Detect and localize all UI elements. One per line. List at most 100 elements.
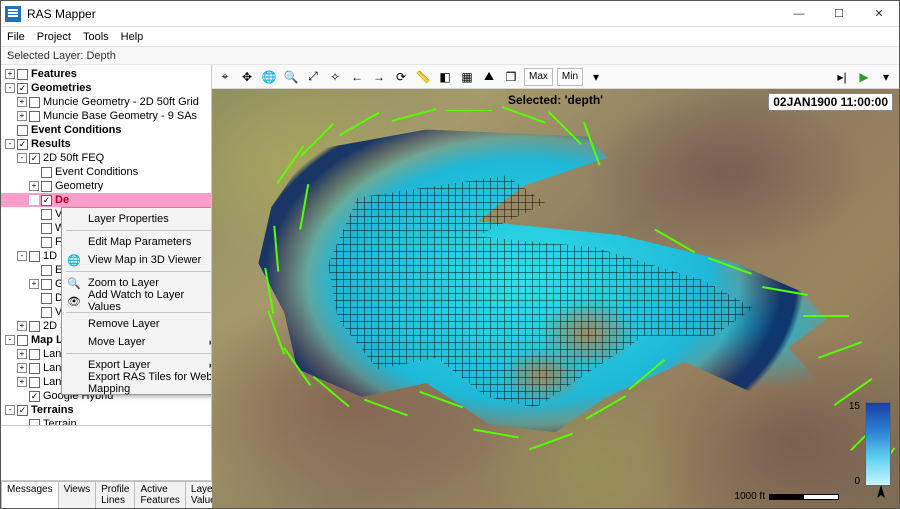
tree-node[interactable]: +Geometry	[1, 179, 211, 193]
layer-checkbox[interactable]	[41, 293, 52, 304]
window-minimize-button[interactable]: —	[779, 1, 819, 27]
layer-checkbox[interactable]	[29, 419, 40, 426]
back-icon[interactable]: ←	[348, 68, 366, 86]
layer-tree[interactable]: + Features-Geometries + Muncie Geometry - 2…	[1, 65, 211, 425]
tree-node[interactable]: + Features	[1, 67, 211, 81]
tab-views[interactable]: Views	[58, 481, 97, 508]
menu-project[interactable]: Project	[37, 31, 71, 43]
tab-active-features[interactable]: Active Features	[134, 481, 185, 508]
layer-checkbox[interactable]	[29, 363, 40, 374]
tree-node[interactable]: - Terrains	[1, 403, 211, 417]
pointer-icon[interactable]: ⌖	[216, 68, 234, 86]
tree-node[interactable]: -Geometries	[1, 81, 211, 95]
max-button[interactable]: Max	[524, 68, 553, 86]
play-icon[interactable]: ▶	[855, 68, 873, 86]
layer-checkbox[interactable]	[17, 335, 28, 346]
layer-checkbox[interactable]	[41, 209, 52, 220]
expand-icon[interactable]: +	[17, 377, 27, 387]
mesh-icon[interactable]: ▦	[458, 68, 476, 86]
forward-icon[interactable]: →	[370, 68, 388, 86]
layer-label[interactable]: Event Conditions	[31, 123, 121, 137]
window-maximize-button[interactable]: ☐	[819, 1, 859, 27]
layer-checkbox[interactable]	[41, 195, 52, 206]
tree-node[interactable]: Terrain	[1, 417, 211, 425]
collapse-icon[interactable]: -	[5, 405, 15, 415]
layer-checkbox[interactable]	[29, 321, 40, 332]
map-canvas[interactable]: Selected: 'depth' 02JAN1900 11:00:00 15 …	[212, 89, 899, 508]
collapse-icon[interactable]: -	[17, 153, 27, 163]
collapse-icon[interactable]: -	[5, 335, 15, 345]
toolbar-dropdown-icon[interactable]: ▾	[587, 68, 605, 86]
layer-checkbox[interactable]	[17, 139, 28, 150]
layer-checkbox[interactable]	[17, 125, 28, 136]
menu-tools[interactable]: Tools	[83, 31, 109, 43]
layer-icon[interactable]: ◧	[436, 68, 454, 86]
layer-checkbox[interactable]	[41, 181, 52, 192]
layer-checkbox[interactable]	[29, 153, 40, 164]
collapse-icon[interactable]: -	[17, 251, 27, 261]
layer-label[interactable]: Muncie Base Geometry - 9 SAs	[43, 109, 197, 123]
layer-checkbox[interactable]	[41, 279, 52, 290]
menu-file[interactable]: File	[7, 31, 25, 43]
ctx-export-ras-tiles-for-web-mapping[interactable]: Export RAS Tiles for Web Mapping	[62, 374, 211, 392]
layer-label[interactable]: Geometry	[55, 179, 103, 193]
fit-icon[interactable]: ⤢	[304, 68, 322, 86]
layer-label[interactable]: Terrains	[31, 403, 74, 417]
menu-help[interactable]: Help	[121, 31, 144, 43]
ctx-move-layer[interactable]: Move Layer▸	[62, 333, 211, 351]
expand-icon[interactable]: +	[17, 97, 27, 107]
extent-icon[interactable]: ✧	[326, 68, 344, 86]
expand-icon[interactable]: +	[17, 349, 27, 359]
tree-node[interactable]: Event Conditions	[1, 123, 211, 137]
terrain-icon[interactable]: ⛰	[480, 68, 498, 86]
min-button[interactable]: Min	[557, 68, 583, 86]
measure-icon[interactable]: 📏	[414, 68, 432, 86]
layer-checkbox[interactable]	[29, 377, 40, 388]
layer-label[interactable]: Features	[31, 67, 77, 81]
tab-profile-lines[interactable]: Profile Lines	[95, 481, 135, 508]
ctx-remove-layer[interactable]: Remove Layer	[62, 315, 211, 333]
collapse-icon[interactable]: -	[5, 83, 15, 93]
ctx-add-watch-to-layer-values[interactable]: 👁Add Watch to Layer Values	[62, 292, 211, 310]
expand-icon[interactable]: +	[17, 321, 27, 331]
ctx-edit-map-parameters[interactable]: Edit Map Parameters	[62, 233, 211, 251]
layer-checkbox[interactable]	[41, 167, 52, 178]
expand-icon[interactable]: +	[17, 111, 27, 121]
layer-checkbox[interactable]	[41, 265, 52, 276]
refresh-icon[interactable]: ⟳	[392, 68, 410, 86]
tree-node[interactable]: + Muncie Base Geometry - 9 SAs	[1, 109, 211, 123]
tree-node[interactable]: - Results	[1, 137, 211, 151]
ctx-layer-properties[interactable]: Layer Properties	[62, 210, 211, 228]
layer-label[interactable]: Terrain	[43, 417, 77, 425]
zoom-icon[interactable]: 🔍	[282, 68, 300, 86]
layer-label[interactable]: Muncie Geometry - 2D 50ft Grid	[43, 95, 199, 109]
tab-messages[interactable]: Messages	[1, 481, 59, 508]
layer-label[interactable]: Results	[31, 137, 71, 151]
cube-icon[interactable]: ❒	[502, 68, 520, 86]
layer-checkbox[interactable]	[17, 69, 28, 80]
window-close-button[interactable]: ✕	[859, 1, 899, 27]
tree-node[interactable]: Event Conditions	[1, 165, 211, 179]
layer-label[interactable]: Event Conditions	[55, 165, 138, 179]
expand-icon[interactable]: +	[17, 363, 27, 373]
pan-icon[interactable]: ✥	[238, 68, 256, 86]
layer-checkbox[interactable]	[29, 111, 40, 122]
expand-icon[interactable]: +	[29, 279, 39, 289]
layer-checkbox[interactable]	[29, 97, 40, 108]
layer-context-menu[interactable]: Layer Properties Edit Map Parameters🌐View…	[61, 207, 211, 395]
layer-checkbox[interactable]	[41, 307, 52, 318]
globe-icon[interactable]: 🌐	[260, 68, 278, 86]
expand-icon[interactable]: +	[5, 69, 15, 79]
layer-checkbox[interactable]	[29, 251, 40, 262]
ctx-view-map-in-3d-viewer[interactable]: 🌐View Map in 3D Viewer	[62, 251, 211, 269]
menu-caret-icon[interactable]: ▾	[877, 68, 895, 86]
layer-label[interactable]: 2D 50ft FEQ	[43, 151, 104, 165]
tree-node[interactable]: - 2D 50ft FEQ	[1, 151, 211, 165]
layer-checkbox[interactable]	[41, 223, 52, 234]
layer-label[interactable]: De	[55, 193, 69, 207]
tree-node[interactable]: De	[1, 193, 211, 207]
goto-end-icon[interactable]: ▸|	[833, 68, 851, 86]
layer-checkbox[interactable]	[41, 237, 52, 248]
layer-checkbox[interactable]	[29, 391, 40, 402]
collapse-icon[interactable]: -	[5, 139, 15, 149]
